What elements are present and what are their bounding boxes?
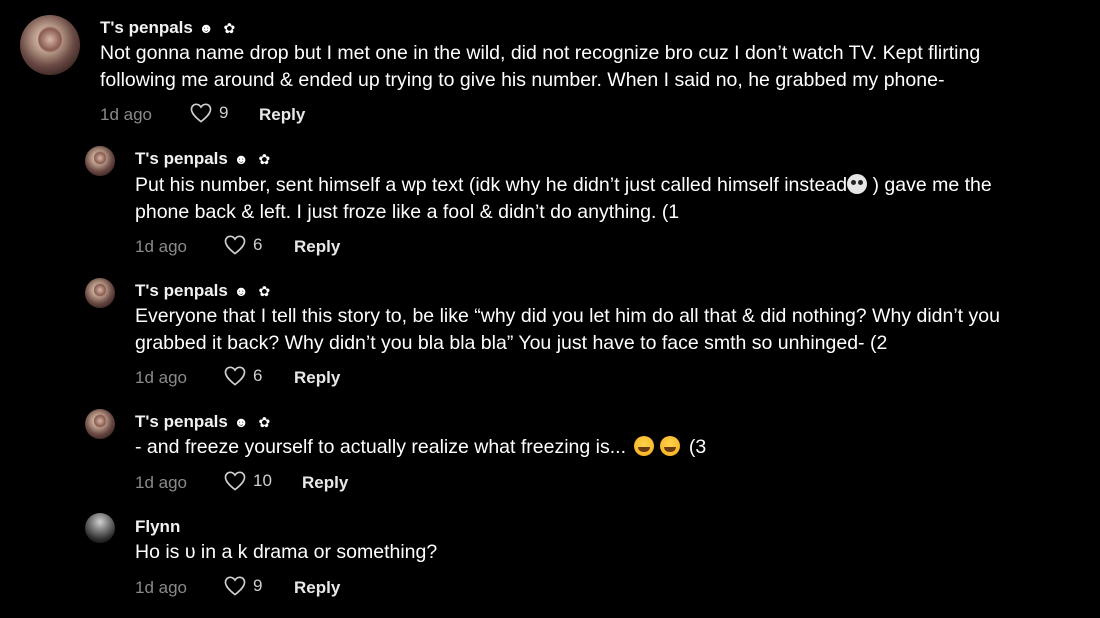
user-badges: ☻ ✿ — [233, 414, 274, 430]
heart-icon — [224, 576, 246, 596]
comment-username[interactable]: T's penpals ☻ ✿ — [100, 18, 238, 38]
user-badges: ☻ ✿ — [198, 20, 239, 36]
like-button[interactable]: 9 — [224, 576, 262, 596]
reply-button[interactable]: Reply — [302, 473, 348, 493]
skull-emoji — [847, 174, 868, 194]
text-segment: - and freeze yourself to actually realiz… — [135, 436, 626, 458]
comment-text-line: - and freeze yourself to actually realiz… — [135, 434, 706, 461]
comment-text-line: Put his number, sent himself a wp text (… — [135, 172, 992, 199]
comment-text-line: Not gonna name drop but I met one in the… — [100, 42, 981, 64]
avatar[interactable] — [85, 513, 115, 543]
like-count: 10 — [253, 471, 272, 490]
comment-text: Not gonna name drop but I met one in the… — [100, 40, 980, 93]
username-text[interactable]: T's penpals — [100, 18, 193, 37]
like-button[interactable]: 6 — [224, 366, 262, 386]
comment-text-line: following me around & ended up trying to… — [100, 68, 945, 91]
comment-text: Ho is υ in a k drama or something? — [135, 541, 438, 563]
text-segment: (3 — [688, 436, 707, 458]
heart-icon — [224, 366, 246, 386]
text-segment: ) gave me the — [872, 174, 992, 196]
comment-text: - and freeze yourself to actually realiz… — [135, 434, 706, 461]
username-text[interactable]: T's penpals — [135, 281, 228, 300]
comment-text-line: Everyone that I tell this story to, be l… — [135, 305, 1000, 327]
reply-button[interactable]: Reply — [294, 578, 340, 598]
username-text[interactable]: T's penpals — [135, 149, 228, 168]
heart-icon — [190, 103, 212, 123]
like-count: 6 — [253, 366, 263, 385]
comment-text-line: grabbed it back? Why didn’t you bla bla … — [135, 331, 888, 354]
like-count: 9 — [219, 103, 229, 122]
comment-username[interactable]: T's penpals ☻ ✿ — [135, 281, 273, 301]
comment-timestamp: 1d ago — [135, 473, 187, 492]
avatar[interactable] — [85, 409, 115, 439]
avatar[interactable] — [20, 15, 80, 75]
avatar[interactable] — [85, 278, 115, 308]
reply-button[interactable]: Reply — [294, 368, 340, 388]
like-button[interactable]: 10 — [224, 471, 272, 491]
avatar[interactable] — [85, 146, 115, 176]
comment-text: Everyone that I tell this story to, be l… — [135, 303, 1000, 356]
like-button[interactable]: 6 — [224, 235, 262, 255]
like-button[interactable]: 9 — [190, 103, 228, 123]
like-count: 9 — [253, 576, 263, 595]
comment-text-line: phone back & left. I just froze like a f… — [135, 200, 680, 223]
sweat-smile-emoji — [634, 436, 655, 456]
comment-text: Put his number, sent himself a wp text (… — [135, 172, 992, 225]
sweat-smile-emoji — [660, 436, 681, 456]
comment-username[interactable]: T's penpals ☻ ✿ — [135, 149, 273, 169]
user-badges: ☻ ✿ — [233, 151, 274, 167]
username-text[interactable]: T's penpals — [135, 412, 228, 431]
text-segment: Put his number, sent himself a wp text (… — [135, 174, 848, 196]
comment-username[interactable]: T's penpals ☻ ✿ — [135, 412, 273, 432]
reply-button[interactable]: Reply — [294, 237, 340, 257]
comment-timestamp: 1d ago — [100, 105, 152, 124]
user-badges: ☻ ✿ — [233, 283, 274, 299]
comment-timestamp: 1d ago — [135, 237, 187, 256]
heart-icon — [224, 235, 246, 255]
like-count: 6 — [253, 235, 263, 254]
heart-icon — [224, 471, 246, 491]
comment-username[interactable]: Flynn — [135, 517, 180, 537]
comment-timestamp: 1d ago — [135, 578, 187, 597]
comment-timestamp: 1d ago — [135, 368, 187, 387]
reply-button[interactable]: Reply — [259, 105, 305, 125]
